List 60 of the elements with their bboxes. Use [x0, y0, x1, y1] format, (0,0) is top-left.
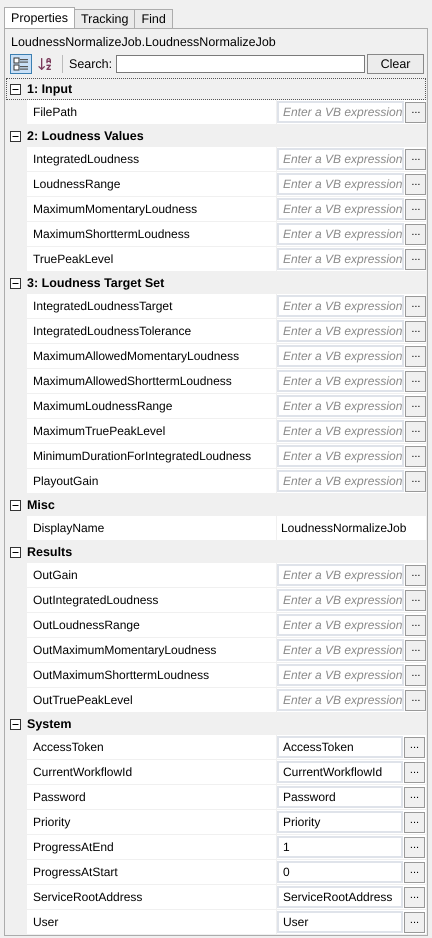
ellipsis-button[interactable]: ... [405, 470, 426, 492]
categorized-view-icon [13, 56, 29, 72]
ellipsis-button[interactable]: ... [405, 420, 426, 442]
expression-field[interactable]: Priority [277, 811, 403, 833]
expression-field[interactable]: CurrentWorkflowId [277, 761, 403, 783]
category-header: 3: Loudness Target Set [27, 276, 164, 290]
ellipsis-button[interactable]: ... [404, 736, 425, 758]
categorized-button[interactable] [10, 54, 32, 74]
ellipsis-button[interactable]: ... [405, 148, 426, 170]
search-label: Search: [69, 57, 112, 71]
expression-field[interactable]: 0 [277, 861, 403, 883]
category-header: Results [27, 545, 72, 559]
clear-button[interactable]: Clear [367, 54, 424, 74]
category-header: Misc [27, 498, 55, 512]
ellipsis-button[interactable]: ... [404, 886, 425, 908]
category-header: 1: Input [27, 82, 72, 96]
expression-field[interactable]: 1 [277, 836, 403, 858]
ellipsis-button[interactable]: ... [405, 590, 426, 610]
ellipsis-button[interactable]: ... [405, 690, 426, 710]
ellipsis-button[interactable]: ... [404, 786, 425, 808]
expression-field[interactable]: ServiceRootAddress [277, 886, 403, 908]
expression-field[interactable]: User [277, 911, 403, 933]
object-title: LoudnessNormalizeJob.LoudnessNormalizeJob [10, 34, 277, 51]
ellipsis-button[interactable]: ... [404, 862, 425, 882]
ellipsis-button[interactable]: ... [405, 564, 426, 586]
ellipsis-button[interactable]: ... [405, 346, 426, 366]
property-name: DisplayName [27, 516, 277, 540]
expression-field[interactable]: Password [277, 786, 403, 808]
ellipsis-button[interactable]: ... [404, 812, 425, 832]
ellipsis-button[interactable]: ... [405, 102, 426, 122]
ellipsis-button[interactable]: ... [405, 198, 426, 220]
collapse-icon[interactable] [10, 718, 21, 730]
ellipsis-button[interactable]: ... [405, 248, 426, 270]
ellipsis-button[interactable]: ... [405, 224, 426, 244]
ellipsis-button[interactable]: ... [405, 370, 426, 392]
tab[interactable]: Properties [4, 7, 75, 28]
category-header: System [27, 717, 72, 731]
ellipsis-button[interactable]: ... [405, 446, 426, 466]
category-header: 2: Loudness Values [27, 129, 144, 143]
ellipsis-button[interactable]: ... [405, 320, 426, 342]
ellipsis-button[interactable]: ... [404, 836, 425, 858]
collapse-icon[interactable] [10, 546, 21, 558]
sort-alphabetical-icon [37, 56, 53, 72]
collapse-icon[interactable] [10, 500, 21, 510]
ellipsis-button[interactable]: ... [404, 762, 425, 782]
tab[interactable]: Tracking [74, 9, 136, 28]
tab[interactable]: Find [134, 9, 173, 28]
ellipsis-button[interactable]: ... [405, 296, 426, 316]
collapse-icon[interactable] [10, 84, 21, 94]
ellipsis-button[interactable]: ... [405, 640, 426, 660]
search-field[interactable] [116, 55, 365, 73]
ellipsis-button[interactable]: ... [405, 396, 426, 416]
ellipsis-button[interactable]: ... [405, 664, 426, 686]
ellipsis-button[interactable]: ... [405, 614, 426, 636]
collapse-icon[interactable] [10, 278, 21, 288]
ellipsis-button[interactable]: ... [405, 174, 426, 194]
expression-field[interactable]: AccessToken [277, 736, 403, 758]
property-value[interactable]: LoudnessNormalizeJob [277, 521, 425, 535]
collapse-icon[interactable] [10, 130, 21, 142]
ellipsis-button[interactable]: ... [404, 912, 425, 932]
